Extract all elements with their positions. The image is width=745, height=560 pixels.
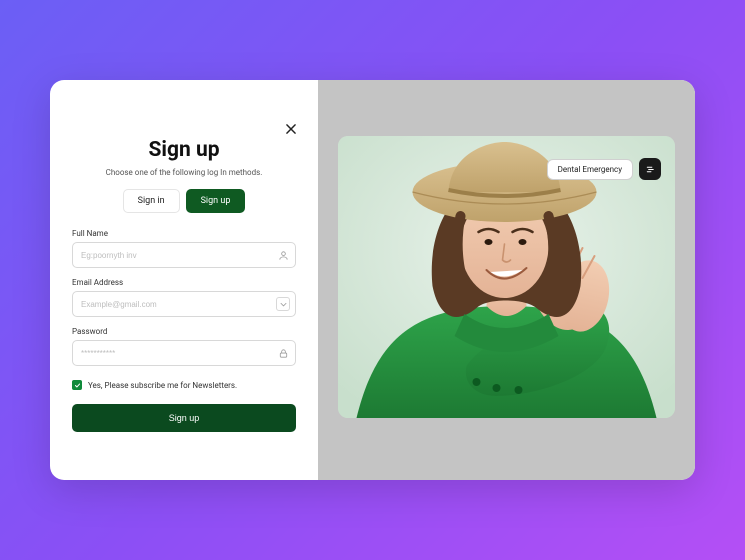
lock-icon bbox=[276, 346, 290, 360]
close-icon[interactable] bbox=[284, 122, 298, 136]
email-label: Email Address bbox=[72, 278, 296, 287]
fullname-input-wrap bbox=[72, 242, 296, 268]
dental-emergency-badge[interactable]: Dental Emergency bbox=[547, 159, 633, 180]
tab-signup[interactable]: Sign up bbox=[186, 189, 246, 213]
page-subtitle: Choose one of the following log In metho… bbox=[72, 168, 296, 177]
newsletter-row: Yes, Please subscribe me for Newsletters… bbox=[72, 380, 296, 390]
signup-button[interactable]: Sign up bbox=[72, 404, 296, 432]
auth-tabs: Sign in Sign up bbox=[72, 189, 296, 213]
hero-image: Dental Emergency bbox=[338, 136, 675, 418]
envelope-icon bbox=[276, 297, 290, 311]
newsletter-label: Yes, Please subscribe me for Newsletters… bbox=[88, 381, 237, 390]
field-fullname: Full Name bbox=[72, 229, 296, 268]
tab-signin[interactable]: Sign in bbox=[123, 189, 180, 213]
password-label: Password bbox=[72, 327, 296, 336]
hero-badges: Dental Emergency bbox=[547, 158, 661, 180]
password-input[interactable] bbox=[72, 340, 296, 366]
hero-panel: Dental Emergency bbox=[318, 80, 695, 480]
signup-modal: Sign up Choose one of the following log … bbox=[50, 80, 695, 480]
form-panel: Sign up Choose one of the following log … bbox=[50, 80, 318, 480]
newsletter-checkbox[interactable] bbox=[72, 380, 82, 390]
fullname-input[interactable] bbox=[72, 242, 296, 268]
filter-icon[interactable] bbox=[639, 158, 661, 180]
field-email: Email Address bbox=[72, 278, 296, 317]
user-icon bbox=[276, 248, 290, 262]
fullname-label: Full Name bbox=[72, 229, 296, 238]
page-title: Sign up bbox=[72, 138, 296, 162]
email-input[interactable] bbox=[72, 291, 296, 317]
email-input-wrap bbox=[72, 291, 296, 317]
password-input-wrap bbox=[72, 340, 296, 366]
field-password: Password bbox=[72, 327, 296, 366]
